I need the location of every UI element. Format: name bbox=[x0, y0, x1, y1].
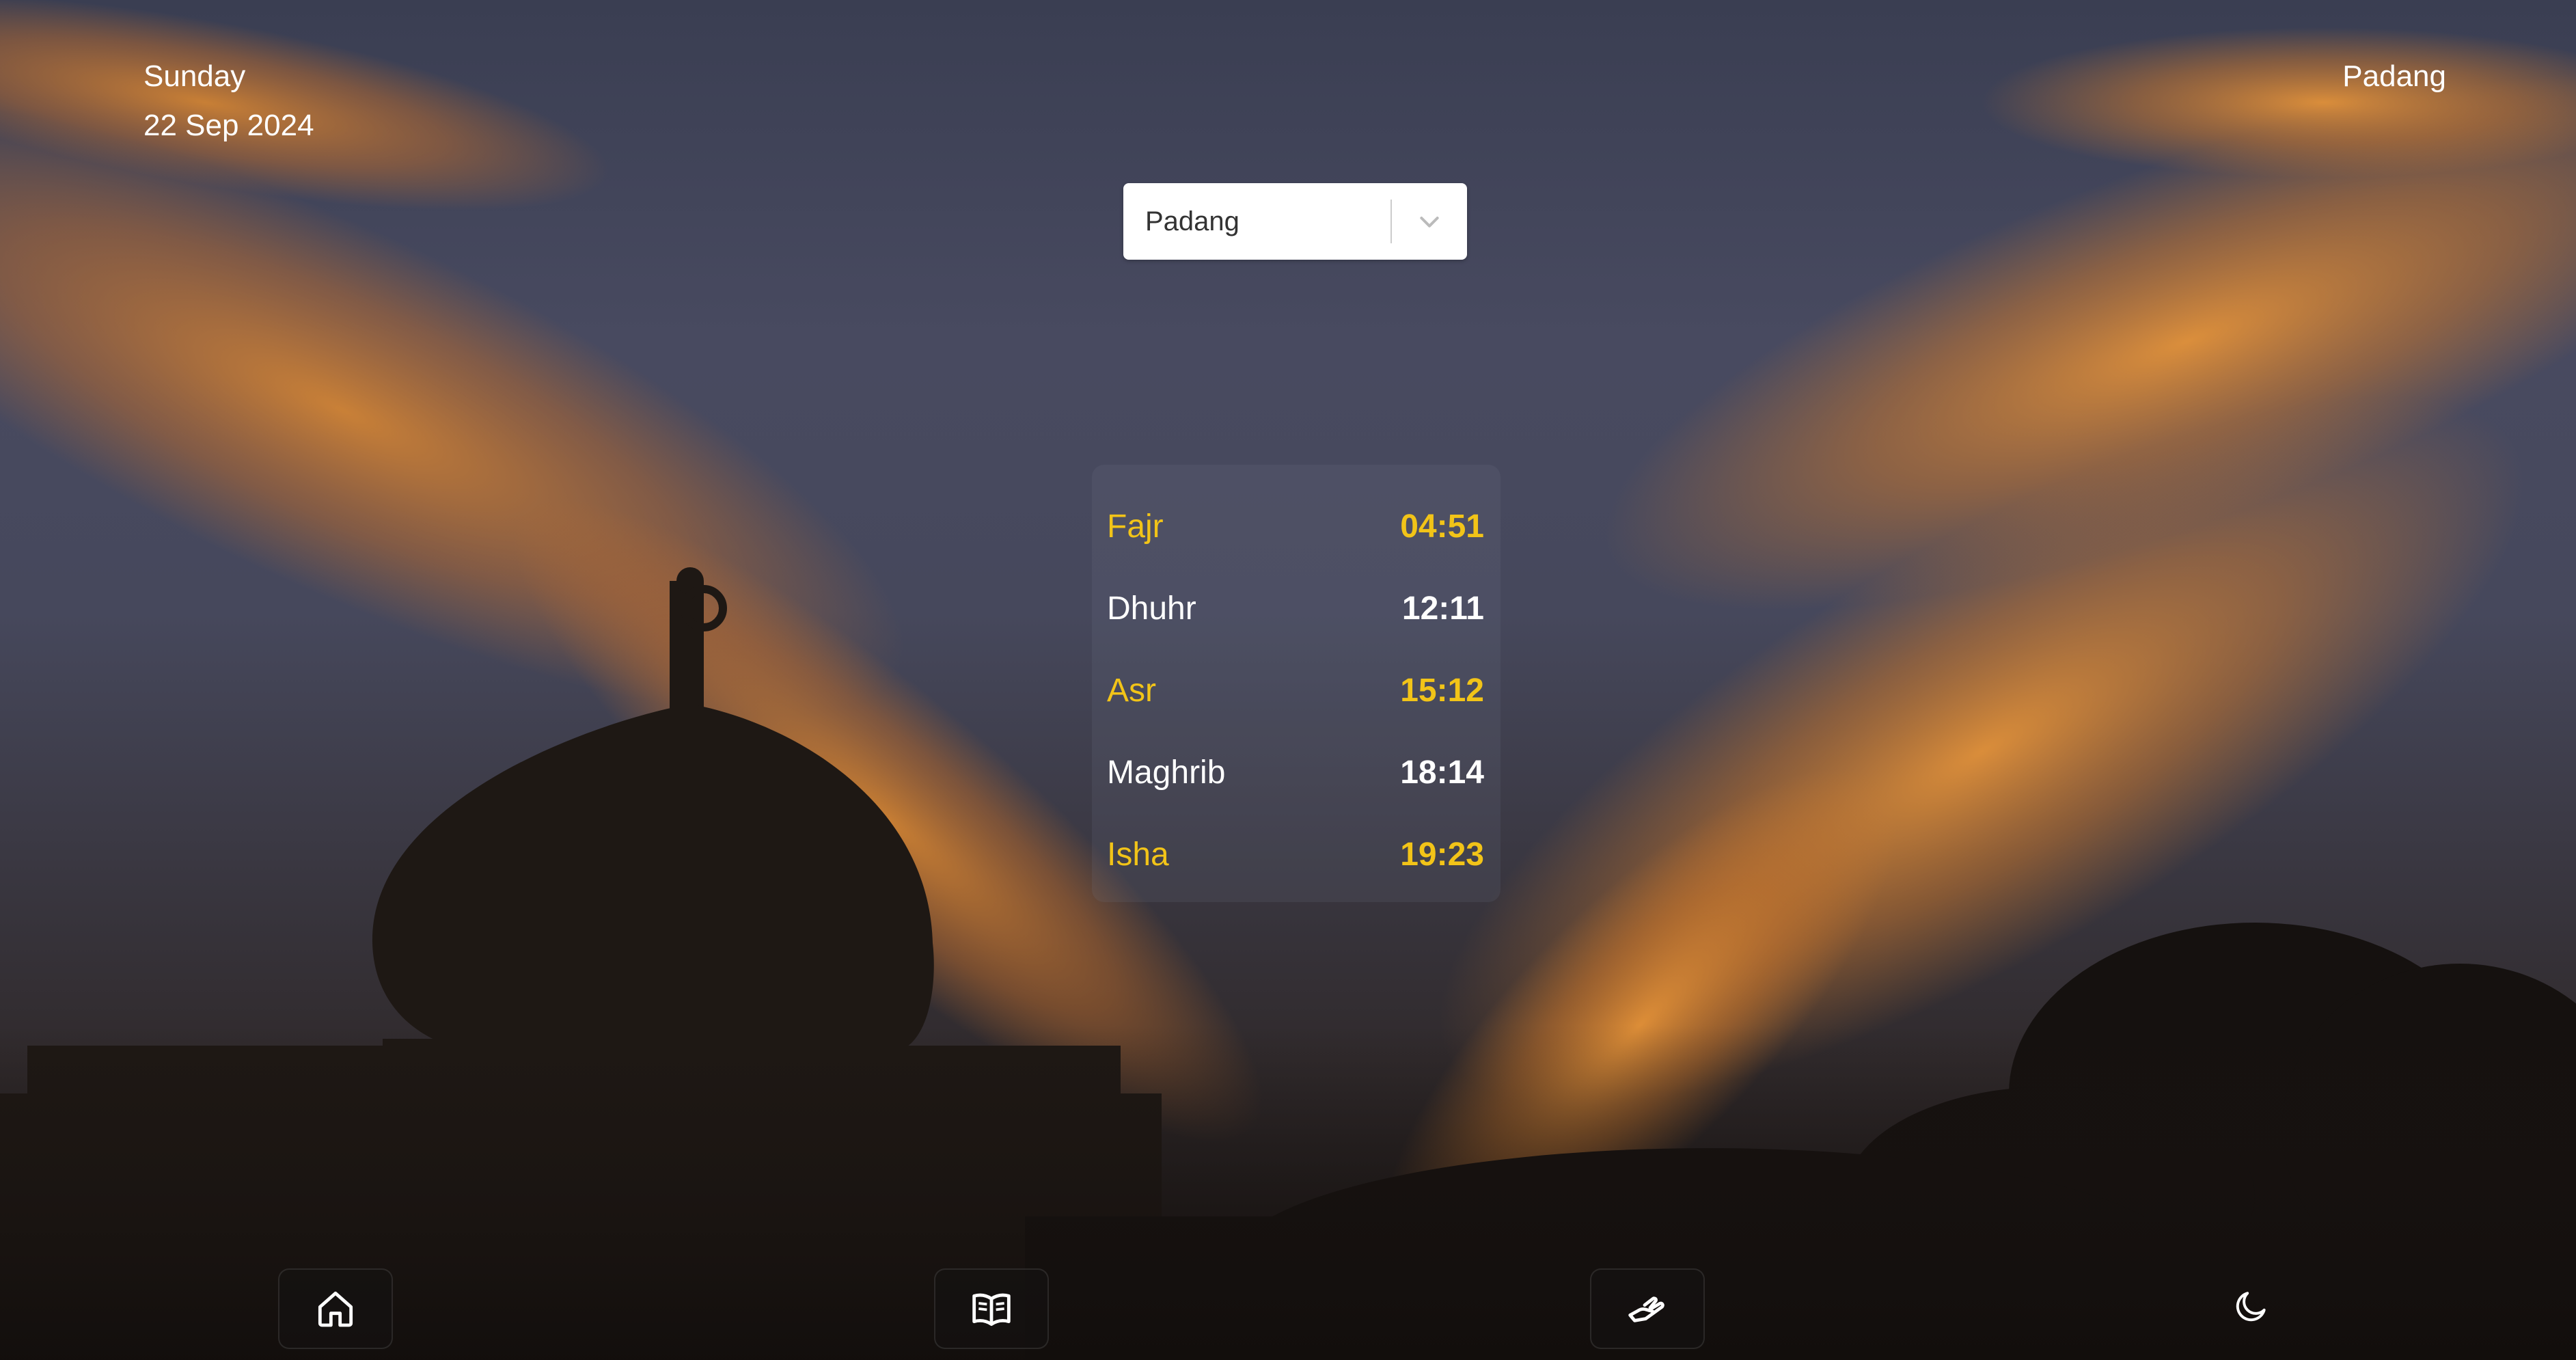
prayer-time: 12:11 bbox=[1401, 590, 1484, 627]
city-select[interactable]: Padang bbox=[1123, 183, 1467, 260]
prayer-time: 19:23 bbox=[1400, 836, 1484, 873]
prayer-name: Fajr bbox=[1107, 508, 1164, 545]
theme-toggle-button[interactable] bbox=[2214, 1268, 2289, 1344]
open-book-icon bbox=[972, 1293, 1011, 1327]
hand-icon bbox=[1628, 1296, 1664, 1322]
prayer-name: Isha bbox=[1107, 836, 1169, 873]
prayer-times-app: Sunday 22 Sep 2024 Padang Padang Fajr 04… bbox=[0, 0, 2576, 1360]
prayer-time: 15:12 bbox=[1400, 672, 1484, 709]
prayer-name: Dhuhr bbox=[1107, 590, 1196, 627]
prayer-time: 04:51 bbox=[1400, 508, 1484, 545]
city-select-value: Padang bbox=[1145, 206, 1239, 236]
prayer-row-isha: Isha 19:23 bbox=[1107, 813, 1484, 895]
prayer-name: Maghrib bbox=[1107, 754, 1226, 791]
day-label: Sunday bbox=[143, 59, 246, 93]
tree-silhouette bbox=[1025, 923, 2576, 1360]
date-display: Sunday 22 Sep 2024 bbox=[143, 52, 314, 150]
prayer-row-dhuhr: Dhuhr 12:11 bbox=[1107, 567, 1484, 649]
home-icon bbox=[318, 1291, 353, 1327]
prayer-row-fajr: Fajr 04:51 bbox=[1107, 485, 1484, 567]
quran-button[interactable] bbox=[934, 1268, 1049, 1349]
chevron-down-icon[interactable] bbox=[1392, 183, 1467, 260]
mosque-silhouette bbox=[0, 567, 1162, 1360]
prayer-name: Asr bbox=[1107, 672, 1156, 709]
date-label: 22 Sep 2024 bbox=[143, 109, 314, 142]
dua-button[interactable] bbox=[1590, 1268, 1705, 1349]
home-button[interactable] bbox=[278, 1268, 393, 1349]
moon-icon bbox=[2236, 1292, 2266, 1322]
prayer-time: 18:14 bbox=[1400, 754, 1484, 791]
prayer-row-maghrib: Maghrib 18:14 bbox=[1107, 731, 1484, 813]
prayer-row-asr: Asr 15:12 bbox=[1107, 649, 1484, 731]
prayer-times-panel: Fajr 04:51 Dhuhr 12:11 Asr 15:12 Maghrib… bbox=[1092, 465, 1501, 902]
current-city-label: Padang bbox=[2342, 59, 2446, 93]
